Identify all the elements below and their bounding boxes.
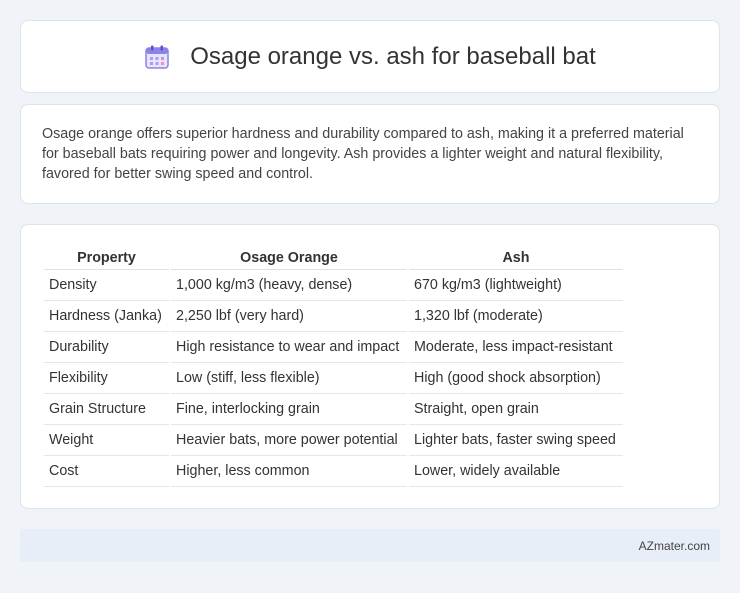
table-cell: Straight, open grain (409, 394, 623, 425)
table-cell: Low (stiff, less flexible) (171, 363, 407, 394)
title-card: Osage orange vs. ash for baseball bat (20, 20, 720, 93)
comparison-table: Property Osage Orange Ash Density 1,000 … (42, 246, 625, 487)
footer: AZmater.com (20, 529, 720, 562)
table-cell: 2,250 lbf (very hard) (171, 301, 407, 332)
table-cell: Weight (44, 425, 169, 456)
table-cell: Grain Structure (44, 394, 169, 425)
header-osage-orange: Osage Orange (171, 246, 407, 270)
table-row: Density 1,000 kg/m3 (heavy, dense) 670 k… (44, 270, 623, 301)
calendar-icon (144, 44, 170, 70)
description-text: Osage orange offers superior hardness an… (42, 126, 684, 182)
table-cell: Lower, widely available (409, 456, 623, 487)
table-cell: Fine, interlocking grain (171, 394, 407, 425)
title-wrap: Osage orange vs. ash for baseball bat (144, 43, 596, 71)
header-ash: Ash (409, 246, 623, 270)
table-row: Durability High resistance to wear and i… (44, 332, 623, 363)
table-row: Cost Higher, less common Lower, widely a… (44, 456, 623, 487)
page-title: Osage orange vs. ash for baseball bat (190, 42, 596, 70)
table-cell: High (good shock absorption) (409, 363, 623, 394)
table-cell: 1,000 kg/m3 (heavy, dense) (171, 270, 407, 301)
table-row: Flexibility Low (stiff, less flexible) H… (44, 363, 623, 394)
table-row: Grain Structure Fine, interlocking grain… (44, 394, 623, 425)
table-cell: Durability (44, 332, 169, 363)
table-cell: Flexibility (44, 363, 169, 394)
comparison-table-card: Property Osage Orange Ash Density 1,000 … (20, 224, 720, 509)
table-cell: Hardness (Janka) (44, 301, 169, 332)
table-cell: Moderate, less impact-resistant (409, 332, 623, 363)
table-cell: Lighter bats, faster swing speed (409, 425, 623, 456)
footer-brand-link[interactable]: AZmater.com (639, 539, 710, 553)
table-cell: 1,320 lbf (moderate) (409, 301, 623, 332)
table-row: Hardness (Janka) 2,250 lbf (very hard) 1… (44, 301, 623, 332)
table-cell: Density (44, 270, 169, 301)
table-cell: Higher, less common (171, 456, 407, 487)
table-cell: 670 kg/m3 (lightweight) (409, 270, 623, 301)
table-header-row: Property Osage Orange Ash (44, 246, 623, 270)
header-property: Property (44, 246, 169, 270)
table-cell: High resistance to wear and impact (171, 332, 407, 363)
table-cell: Cost (44, 456, 169, 487)
table-row: Weight Heavier bats, more power potentia… (44, 425, 623, 456)
table-cell: Heavier bats, more power potential (171, 425, 407, 456)
description-card: Osage orange offers superior hardness an… (20, 104, 720, 204)
